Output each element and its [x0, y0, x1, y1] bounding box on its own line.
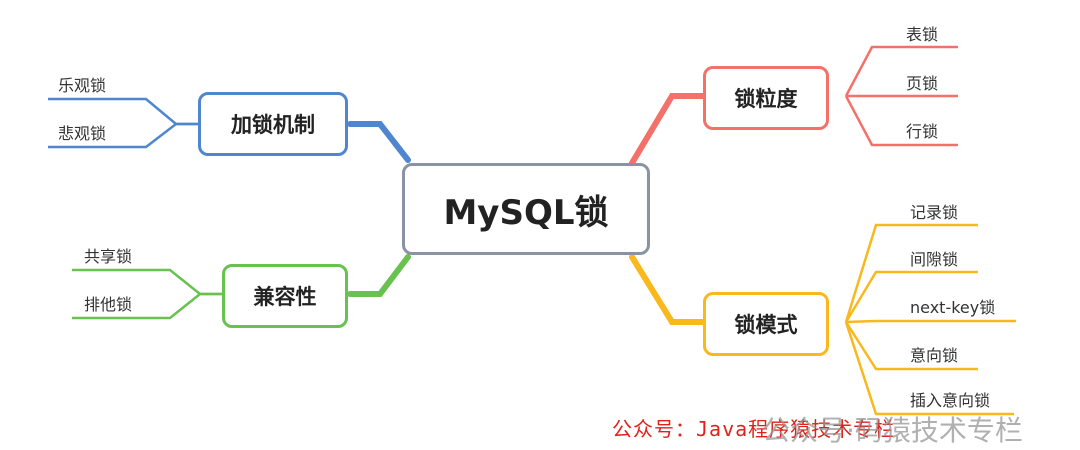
leaf-insert-intention-lock: 插入意向锁	[910, 391, 991, 410]
watermark-overlay: 公众号·码猿技术专栏	[762, 414, 1023, 447]
node-label: 加锁机制	[231, 113, 315, 137]
link-root-mode	[629, 254, 706, 325]
leaf-exclusive-lock: 排他锁	[84, 295, 133, 314]
root-node: MySQL锁	[402, 163, 650, 255]
node-lock-mode: 锁模式	[703, 292, 829, 356]
leaf-next-key-lock: next-key锁	[910, 298, 996, 317]
node-locking-mechanism: 加锁机制	[198, 92, 348, 156]
link-leaf-nextkey	[845, 319, 1016, 324]
root-label: MySQL锁	[443, 192, 609, 233]
leaf-optimistic-lock: 乐观锁	[58, 76, 107, 95]
leaf-row-lock: 行锁	[906, 122, 939, 141]
leaf-pessimistic-lock: 悲观锁	[58, 124, 107, 143]
leaf-page-lock: 页锁	[906, 74, 939, 93]
node-label: 锁模式	[734, 313, 798, 337]
leaf-gap-lock: 间隙锁	[910, 250, 959, 269]
link-root-granularity	[629, 93, 706, 166]
node-lock-granularity: 锁粒度	[703, 66, 829, 130]
leaf-shared-lock: 共享锁	[84, 247, 133, 266]
link-leaf-table	[844, 45, 958, 97]
node-label: 兼容性	[253, 285, 317, 309]
leaf-intention-lock: 意向锁	[910, 346, 959, 365]
node-label: 锁粒度	[734, 87, 798, 111]
leaf-table-lock: 表锁	[906, 25, 939, 44]
link-root-compat	[347, 254, 411, 297]
link-root-mechanism	[347, 121, 411, 163]
node-compatibility: 兼容性	[222, 264, 348, 328]
leaf-record-lock: 记录锁	[910, 203, 959, 222]
link-leaf-row	[844, 95, 958, 147]
